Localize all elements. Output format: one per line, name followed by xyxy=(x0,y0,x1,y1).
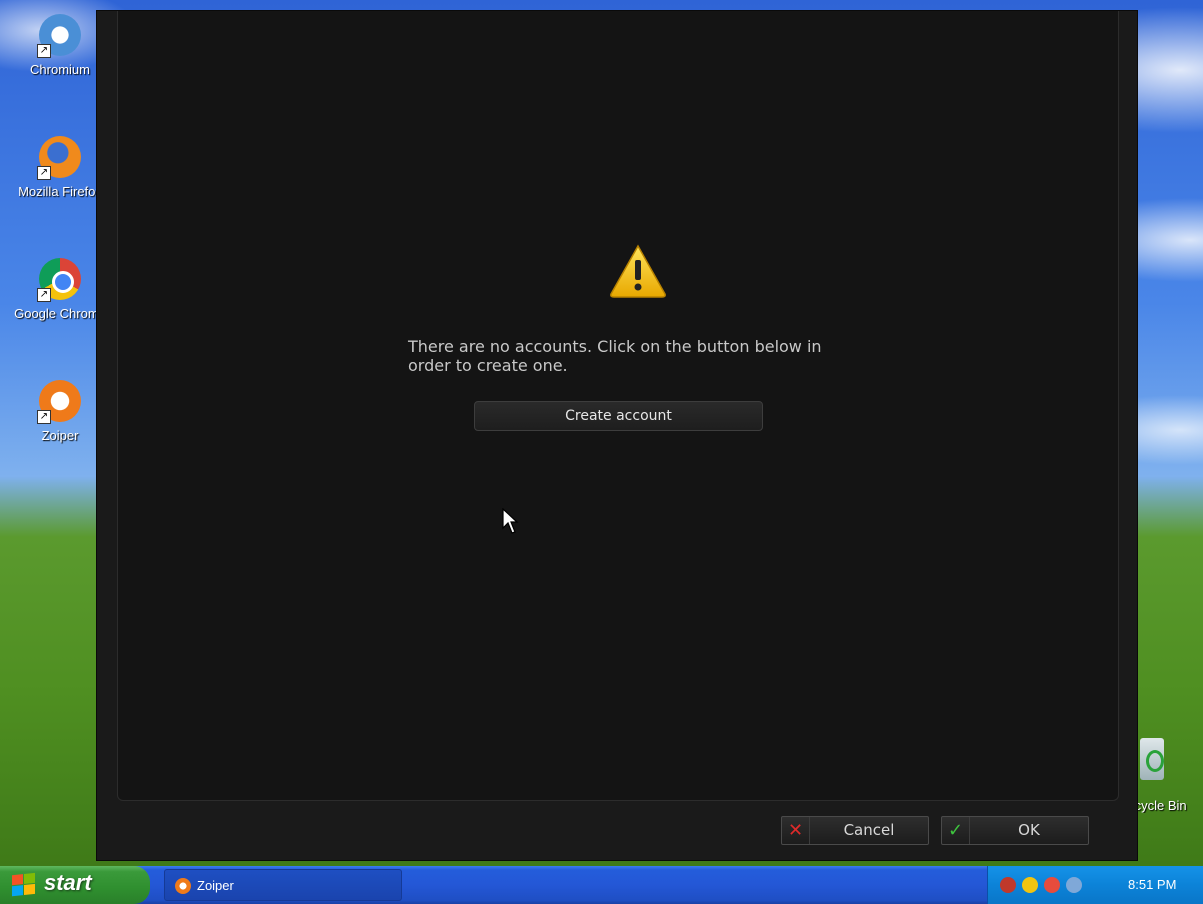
cancel-button[interactable]: ✕ Cancel xyxy=(781,816,929,845)
close-x-icon: ✕ xyxy=(782,817,810,844)
firefox-icon: ↗ xyxy=(37,136,81,180)
desktop-shortcut-label: Zoiper xyxy=(41,428,79,443)
windows-logo-icon xyxy=(12,872,36,898)
shortcut-arrow-icon: ↗ xyxy=(37,410,51,424)
desktop-shortcut-label: Chromium xyxy=(30,62,90,77)
mouse-pointer-icon xyxy=(502,508,519,534)
desktop-shortcut-chrome[interactable]: ↗ Google Chrome xyxy=(10,258,110,321)
ok-button-label: OK xyxy=(1018,821,1040,839)
accounts-panel: There are no accounts. Click on the butt… xyxy=(117,11,1119,801)
system-tray: 8:51 PM xyxy=(987,866,1203,904)
desktop-shortcut-recycle-bin[interactable]: Recycle Bin xyxy=(1136,738,1203,813)
desktop-shortcut-label: Mozilla Firefox xyxy=(18,184,102,199)
desktop-shortcut-label: Recycle Bin xyxy=(1136,798,1187,813)
taskbar-item-zoiper[interactable]: Zoiper xyxy=(164,869,402,901)
desktop-shortcut-chromium[interactable]: ↗ Chromium xyxy=(10,14,110,77)
taskbar: start Zoiper 8:51 PM xyxy=(0,866,1203,904)
chromium-icon: ↗ xyxy=(37,14,81,58)
desktop-shortcut-zoiper[interactable]: ↗ Zoiper xyxy=(10,380,110,443)
create-account-button[interactable]: Create account xyxy=(474,401,763,431)
shortcut-arrow-icon: ↗ xyxy=(37,166,51,180)
clock: 8:51 PM xyxy=(1128,877,1177,892)
zoiper-tray-icon[interactable] xyxy=(1066,877,1082,893)
ok-button[interactable]: ✓ OK xyxy=(941,816,1089,845)
warning-triangle-icon xyxy=(610,244,666,298)
no-accounts-message: There are no accounts. Click on the butt… xyxy=(408,337,822,375)
network-error-icon[interactable] xyxy=(1000,877,1016,893)
shortcut-arrow-icon: ↗ xyxy=(37,288,51,302)
security-shield-icon[interactable] xyxy=(1022,877,1038,893)
shortcut-arrow-icon: ↗ xyxy=(37,44,51,58)
recycle-bin-icon xyxy=(1140,738,1164,780)
security-alert-icon[interactable] xyxy=(1044,877,1060,893)
chrome-icon: ↗ xyxy=(37,258,81,302)
zoiper-icon: ↗ xyxy=(37,380,81,424)
desktop-shortcut-firefox[interactable]: ↗ Mozilla Firefox xyxy=(10,136,110,199)
start-button[interactable]: start xyxy=(0,866,150,904)
checkmark-icon: ✓ xyxy=(942,817,970,844)
start-label: start xyxy=(44,870,92,895)
zoiper-icon xyxy=(175,878,191,894)
taskbar-item-label: Zoiper xyxy=(197,878,234,893)
cancel-button-label: Cancel xyxy=(843,821,895,839)
desktop-shortcut-label: Google Chrome xyxy=(14,306,106,321)
zoiper-dialog-window: There are no accounts. Click on the butt… xyxy=(96,10,1138,861)
